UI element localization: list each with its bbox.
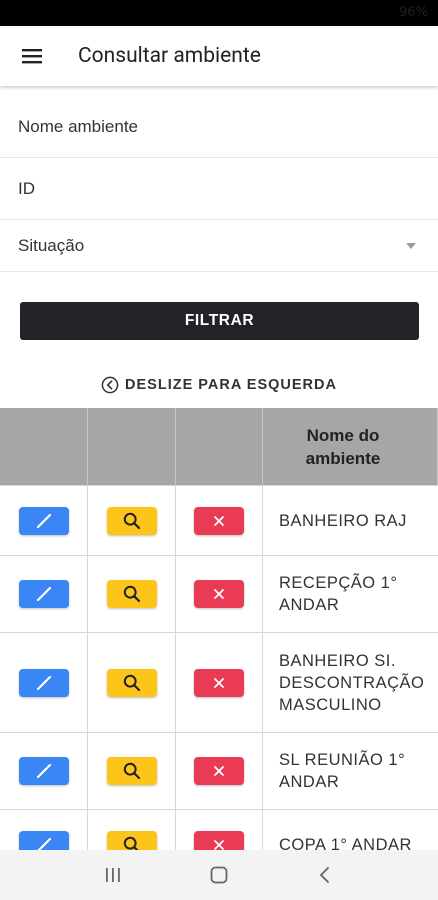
table-header: Nome do ambiente — [0, 408, 438, 486]
id-field[interactable]: ID — [0, 158, 438, 220]
chevron-left-circle-icon — [101, 376, 119, 394]
edit-button[interactable] — [18, 580, 69, 608]
battery-text: 96% — [399, 5, 428, 20]
close-icon — [214, 589, 224, 599]
delete-button[interactable] — [194, 757, 244, 785]
home-icon[interactable] — [199, 855, 239, 895]
pencil-icon — [36, 586, 51, 602]
edit-button[interactable] — [18, 668, 69, 697]
status-bar: 96% — [0, 0, 438, 26]
hamburger-menu-icon[interactable] — [0, 26, 64, 86]
edit-button[interactable] — [18, 757, 69, 785]
back-icon[interactable] — [305, 855, 345, 895]
search-icon — [123, 674, 140, 691]
close-icon — [214, 766, 224, 776]
pencil-icon — [36, 675, 51, 690]
edit-button[interactable] — [18, 506, 69, 535]
header-view-column — [88, 408, 176, 485]
name-field[interactable]: Nome ambiente — [0, 96, 438, 158]
header-edit-column — [0, 408, 88, 485]
header-delete-column — [176, 408, 263, 485]
delete-button[interactable] — [194, 580, 244, 608]
delete-button[interactable] — [194, 506, 244, 535]
table-row: BANHEIRO RAJ — [0, 486, 438, 556]
environment-name: BANHEIRO RAJ — [279, 511, 407, 530]
app-bar: Consultar ambiente — [0, 26, 438, 86]
close-icon — [214, 515, 224, 526]
pencil-icon — [36, 513, 51, 528]
environment-name: SL REUNIÃO 1° ANDAR — [279, 751, 406, 791]
table-row: SL REUNIÃO 1° ANDAR — [0, 733, 438, 810]
environment-table: Nome do ambiente BANHEIRO RAJ RECEPÇÃO 1… — [0, 408, 438, 880]
system-nav-bar — [0, 850, 438, 900]
view-button[interactable] — [106, 668, 157, 697]
table-row: RECEPÇÃO 1° ANDAR — [0, 556, 438, 633]
page-title: Consultar ambiente — [78, 44, 261, 68]
pencil-icon — [36, 763, 51, 779]
search-icon — [123, 512, 140, 529]
header-name-column: Nome do ambiente — [263, 408, 438, 485]
filter-button[interactable]: FILTRAR — [20, 302, 419, 340]
search-icon — [123, 762, 140, 780]
environment-name: RECEPÇÃO 1° ANDAR — [279, 574, 398, 614]
recent-apps-icon[interactable] — [93, 855, 133, 895]
view-button[interactable] — [106, 757, 157, 785]
swipe-hint: DESLIZE PARA ESQUERDA — [0, 373, 438, 397]
status-select[interactable]: Situação — [0, 220, 438, 272]
swipe-hint-text: DESLIZE PARA ESQUERDA — [125, 377, 337, 393]
close-icon — [214, 677, 224, 688]
table-row: BANHEIRO SI. DESCONTRAÇÃO MASCULINO — [0, 633, 438, 733]
view-button[interactable] — [106, 506, 157, 535]
dropdown-arrow-icon[interactable] — [406, 242, 416, 249]
status-select-placeholder: Situação — [18, 235, 85, 255]
delete-button[interactable] — [194, 668, 244, 697]
view-button[interactable] — [106, 580, 157, 608]
environment-name: BANHEIRO SI. DESCONTRAÇÃO MASCULINO — [279, 651, 425, 714]
search-icon — [123, 585, 140, 603]
